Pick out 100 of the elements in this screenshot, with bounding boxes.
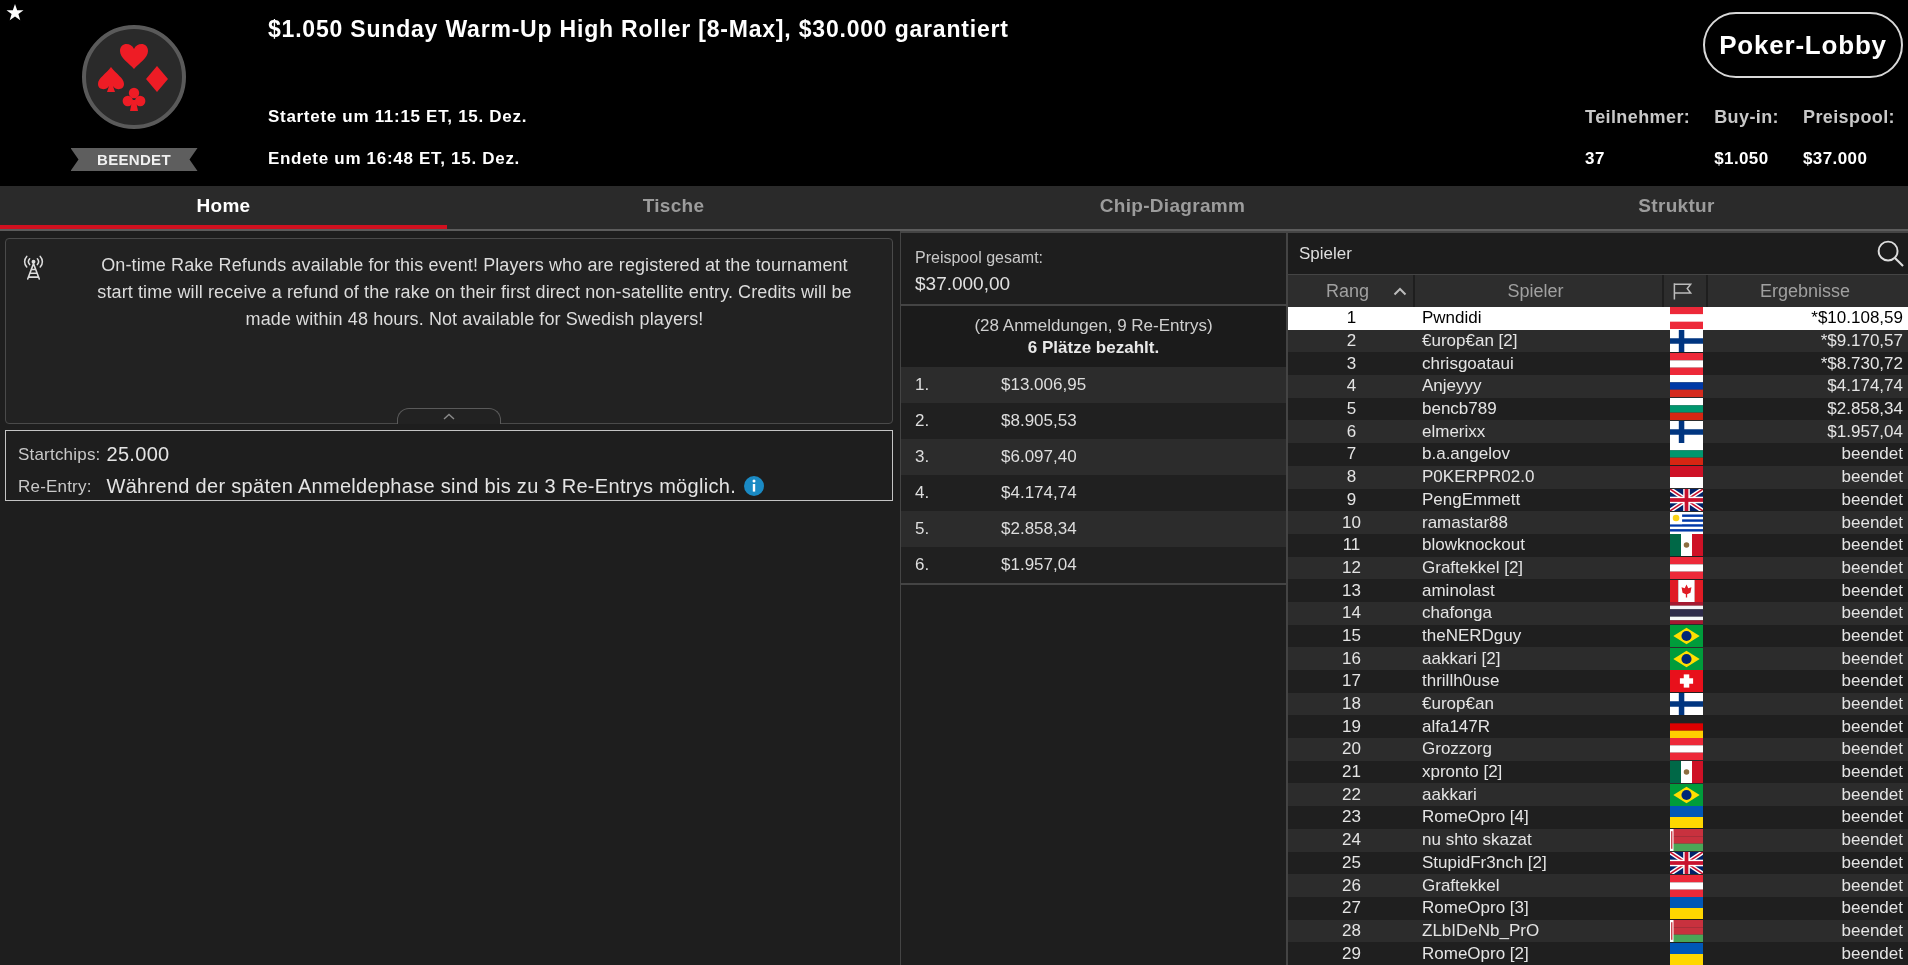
- flag-icon: [1669, 420, 1703, 443]
- player-rank: 29: [1342, 943, 1361, 964]
- player-rank: 14: [1342, 603, 1361, 624]
- player-result: *$10.108,59: [1811, 308, 1904, 329]
- flag-icon: [1669, 624, 1703, 647]
- player-result: beendet: [1841, 898, 1904, 919]
- player-result: beendet: [1841, 739, 1904, 760]
- tab[interactable]: Tische: [447, 186, 900, 229]
- player-name: bencb789: [1421, 399, 1497, 420]
- flag-icon: [1669, 398, 1703, 421]
- detail-value: Während der späten Anmeldephase sind bis zu 3 Re-Entrys möglich.: [106, 474, 737, 498]
- player-rank: 3: [1346, 353, 1357, 374]
- stat-value: $1.050: [1714, 148, 1770, 170]
- player-rank: 10: [1342, 512, 1361, 533]
- stat-value: $37.000: [1803, 148, 1869, 170]
- player-result: *$9.170,57: [1820, 331, 1904, 352]
- flag-icon: [1669, 874, 1703, 897]
- player-name: RomeOpro [4]: [1421, 807, 1529, 828]
- player-row[interactable]: 14 chafonga beendet: [1288, 601, 1908, 625]
- flag-icon: [1669, 738, 1703, 761]
- detail-value: 25.000: [106, 443, 170, 467]
- player-name: alfa147R: [1421, 716, 1491, 737]
- player-name: RomeOpro [2]: [1421, 943, 1529, 964]
- payout-amount: $13.006,95: [1001, 375, 1088, 395]
- player-row[interactable]: 1 Pwndidi *$10.108,59: [1288, 307, 1908, 330]
- player-row[interactable]: 22 aakkari beendet: [1288, 783, 1908, 807]
- tab[interactable]: Struktur: [1445, 186, 1908, 229]
- payout-place: 3.: [915, 447, 931, 467]
- payout-place: 1.: [915, 375, 931, 395]
- player-name: nu shto skazat: [1421, 830, 1532, 851]
- player-row[interactable]: 28 ZLbIDeNb_PrO beendet: [1288, 919, 1908, 943]
- player-name: aminolast: [1421, 580, 1495, 601]
- player-name: aakkari: [1421, 784, 1477, 805]
- star-icon[interactable]: [6, 4, 24, 21]
- player-row[interactable]: 2 €urop€an [2] *$9.170,57: [1288, 329, 1908, 353]
- flag-icon: [1669, 693, 1703, 716]
- player-rank: 22: [1342, 784, 1361, 805]
- player-result: beendet: [1841, 920, 1904, 941]
- player-rank: 13: [1342, 580, 1361, 601]
- flag-icon: [1669, 806, 1703, 829]
- player-row[interactable]: 6 elmerixx $1.957,04: [1288, 420, 1908, 444]
- flag-icon: [1669, 761, 1703, 784]
- player-rank: 5: [1346, 399, 1357, 420]
- player-name: €urop€an: [1421, 694, 1494, 715]
- flag-icon: [1669, 851, 1703, 874]
- player-name: chafonga: [1421, 603, 1492, 624]
- flag-icon: [1669, 534, 1703, 557]
- start-time: Startete um 11:15 ET, 15. Dez.: [268, 106, 529, 128]
- player-result: beendet: [1841, 875, 1904, 896]
- player-row[interactable]: 16 aakkari [2] beendet: [1288, 647, 1908, 670]
- card-suits-icon: [82, 25, 186, 129]
- player-row[interactable]: 18 €urop€an beendet: [1288, 692, 1908, 716]
- player-name: RomeOpro [3]: [1421, 898, 1529, 919]
- player-result: beendet: [1841, 807, 1904, 828]
- player-row[interactable]: 26 Graftekkel beendet: [1288, 874, 1908, 897]
- player-result: beendet: [1841, 489, 1904, 510]
- player-result: beendet: [1841, 648, 1904, 669]
- flag-icon: [1669, 352, 1703, 375]
- player-row[interactable]: 24 nu shto skazat beendet: [1288, 828, 1908, 852]
- player-rank: 21: [1342, 762, 1361, 783]
- info-icon[interactable]: [744, 476, 765, 497]
- player-result: beendet: [1841, 784, 1904, 805]
- player-name: PengEmmett: [1421, 489, 1521, 510]
- prize-pool-total: $37.000,00: [915, 272, 1012, 296]
- flag-icon: [1669, 829, 1703, 852]
- flag-icon: [1669, 670, 1703, 693]
- player-row[interactable]: 12 Graftekkel [2] beendet: [1288, 556, 1908, 580]
- player-result: beendet: [1841, 467, 1904, 488]
- player-result: $4.174,74: [1827, 376, 1904, 397]
- flag-icon: [1669, 783, 1703, 806]
- player-row[interactable]: 20 Grozzorg beendet: [1288, 738, 1908, 761]
- player-result: beendet: [1841, 762, 1904, 783]
- player-rank: 15: [1342, 625, 1361, 646]
- entries-summary: (28 Anmeldungen, 9 Re-Entrys): [973, 315, 1214, 337]
- player-result: beendet: [1841, 716, 1904, 737]
- player-rank: 16: [1342, 648, 1361, 669]
- tab[interactable]: Chip-Diagramm: [900, 186, 1445, 229]
- player-name: blowknockout: [1421, 535, 1525, 556]
- payout-amount: $8.905,53: [1001, 411, 1078, 431]
- tab[interactable]: Home: [0, 186, 447, 229]
- player-rank: 17: [1342, 671, 1361, 692]
- status-ribbon: BEENDET: [70, 148, 198, 171]
- payout-amount: $4.174,74: [1001, 483, 1078, 503]
- poker-lobby-button[interactable]: Poker-Lobby: [1703, 12, 1903, 78]
- player-row[interactable]: 10 ramastar88 beendet: [1288, 511, 1908, 534]
- player-name: aakkari [2]: [1421, 648, 1501, 669]
- panel-title: Spieler: [1299, 243, 1352, 264]
- payout-amount: $1.957,04: [1001, 555, 1078, 575]
- flag-icon: [1669, 443, 1703, 466]
- notice-text: On-time Rake Refunds available for this event! Players who are registered at the tournament start time will receive a refund of the rake on their first direct non-satellite entry. Credits will be made within 48 hours. Not available for Swedish players!: [96, 254, 853, 331]
- player-rank: 11: [1342, 535, 1361, 556]
- flag-icon: [1669, 579, 1703, 602]
- player-row[interactable]: 4 Anjeyyy $4.174,74: [1288, 375, 1908, 398]
- player-row[interactable]: 8 P0KERPR02.0 beendet: [1288, 465, 1908, 489]
- player-rank: 18: [1342, 694, 1361, 715]
- stat-label: Teilnehmer:: [1585, 106, 1691, 128]
- player-result: beendet: [1841, 444, 1904, 465]
- search-icon[interactable]: [1877, 240, 1904, 267]
- player-name: elmerixx: [1421, 421, 1486, 442]
- player-rank: 1: [1346, 308, 1357, 329]
